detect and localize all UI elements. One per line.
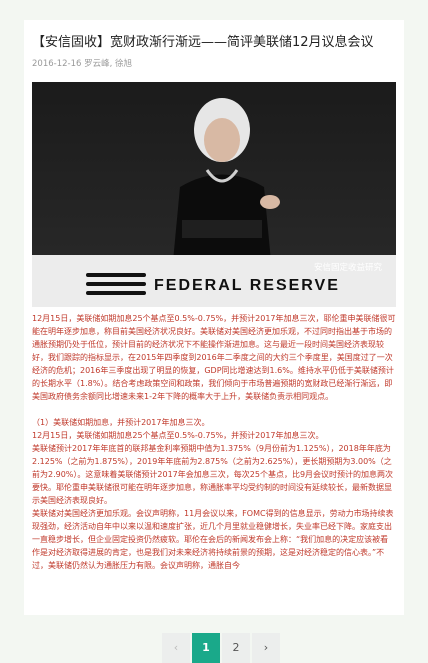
- article-card: 【安信固收】宽财政渐行渐远——简评美联储12月议息会议 2016-12-16 罗…: [24, 20, 404, 615]
- article-title: 【安信固收】宽财政渐行渐远——简评美联储12月议息会议: [32, 35, 374, 50]
- section-line: 美联储对美国经济更加乐观。会议声明称，11月会议以来，FOMC得到的信息显示，劳…: [32, 509, 394, 570]
- article-meta: 2016-12-16 罗云峰, 徐旭: [32, 59, 133, 69]
- section-line: 12月15日，美联储如期加息25个基点至0.5%-0.75%，并预计2017年加…: [32, 431, 324, 440]
- pagination: ‹ 1 2 ›: [162, 633, 282, 663]
- article-body: 12月15日，美联储如期加息25个基点至0.5%-0.75%，并预计2017年加…: [32, 312, 396, 572]
- speaker-figure: [172, 98, 280, 272]
- article-image: FEDERAL RESERVE 安信固定收益研究: [32, 82, 396, 307]
- article-paragraph: 12月15日，美联储如期加息25个基点至0.5%-0.75%，并预计2017年加…: [32, 314, 396, 401]
- page-2-button[interactable]: 2: [222, 633, 250, 663]
- next-page-button[interactable]: ›: [252, 633, 280, 663]
- prev-page-button[interactable]: ‹: [162, 633, 190, 663]
- page-1-button[interactable]: 1: [192, 633, 220, 663]
- image-watermark: 安信固定收益研究: [313, 263, 382, 273]
- section-title: （1）美联储如期加息，并预计2017年加息三次。: [32, 418, 210, 427]
- fed-logo-stripes: [86, 268, 146, 295]
- section-line: 美联储预计2017年年底首的联邦基金利率预期中值为1.375%（9月份前为1.1…: [32, 444, 394, 505]
- podium-sign-text: FEDERAL RESERVE: [154, 277, 340, 294]
